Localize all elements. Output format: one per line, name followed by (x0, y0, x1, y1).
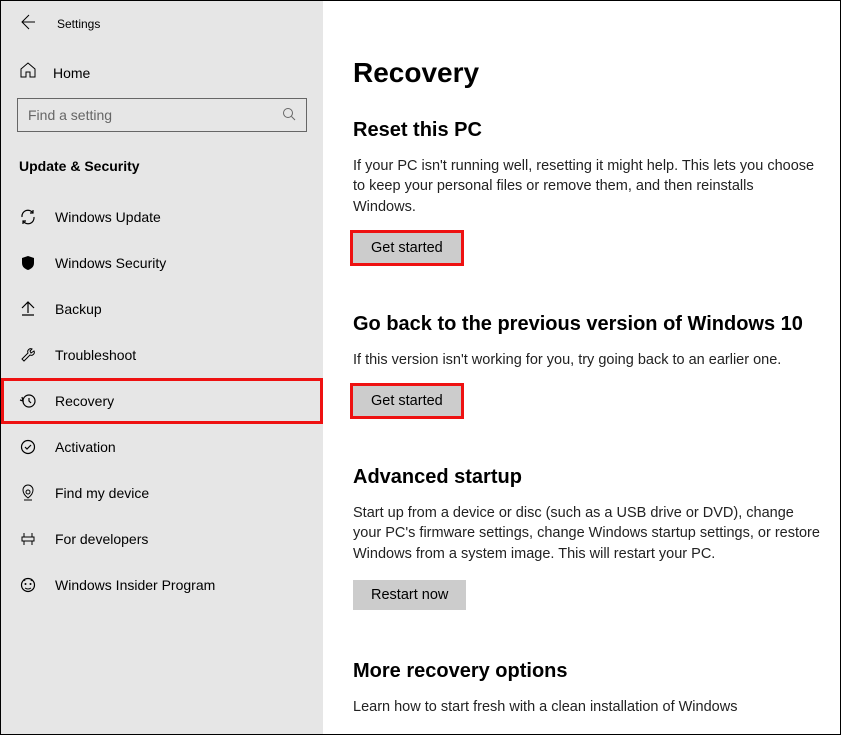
nav-item-windows-security[interactable]: Windows Security (1, 240, 323, 286)
nav-item-activation[interactable]: Activation (1, 424, 323, 470)
restart-now-button[interactable]: Restart now (353, 580, 466, 610)
section-reset-this-pc: Reset this PC If your PC isn't running w… (353, 119, 820, 263)
nav-item-troubleshoot[interactable]: Troubleshoot (1, 332, 323, 378)
history-icon (19, 392, 37, 410)
goback-heading: Go back to the previous version of Windo… (353, 313, 820, 336)
sync-icon (19, 208, 37, 226)
back-arrow-icon[interactable] (19, 14, 35, 35)
backup-icon (19, 300, 37, 318)
shield-icon (19, 254, 37, 272)
search-input[interactable] (28, 107, 282, 123)
nav-item-recovery[interactable]: Recovery (1, 378, 323, 424)
more-heading: More recovery options (353, 660, 820, 683)
goback-get-started-button[interactable]: Get started (353, 386, 461, 416)
advanced-heading: Advanced startup (353, 466, 820, 489)
search-icon (282, 107, 296, 124)
insider-icon (19, 576, 37, 594)
nav-item-backup[interactable]: Backup (1, 286, 323, 332)
advanced-body: Start up from a device or disc (such as … (353, 503, 820, 564)
section-more-recovery-options: More recovery options Learn how to start… (353, 660, 820, 717)
section-go-back: Go back to the previous version of Windo… (353, 313, 820, 416)
reset-get-started-button[interactable]: Get started (353, 233, 461, 263)
section-advanced-startup: Advanced startup Start up from a device … (353, 466, 820, 610)
nav-label: Activation (55, 439, 116, 455)
reset-body: If your PC isn't running well, resetting… (353, 156, 820, 217)
more-link[interactable]: Learn how to start fresh with a clean in… (353, 697, 820, 717)
nav-label: Backup (55, 301, 102, 317)
app-title: Settings (57, 17, 100, 31)
wrench-icon (19, 346, 37, 364)
home-nav[interactable]: Home (17, 51, 307, 98)
home-icon (19, 61, 37, 84)
search-box[interactable] (17, 98, 307, 132)
main-content: Recovery Reset this PC If your PC isn't … (323, 1, 840, 734)
nav-item-windows-update[interactable]: Windows Update (1, 194, 323, 240)
goback-body: If this version isn't working for you, t… (353, 350, 820, 370)
category-header: Update & Security (17, 158, 307, 174)
nav-item-for-developers[interactable]: For developers (1, 516, 323, 562)
home-label: Home (53, 65, 90, 81)
nav-list: Windows Update Windows Security Backup T… (1, 194, 323, 608)
reset-heading: Reset this PC (353, 119, 820, 142)
nav-label: Troubleshoot (55, 347, 136, 363)
nav-label: Windows Update (55, 209, 161, 225)
location-icon (19, 484, 37, 502)
nav-item-windows-insider[interactable]: Windows Insider Program (1, 562, 323, 608)
nav-label: For developers (55, 531, 148, 547)
nav-item-find-my-device[interactable]: Find my device (1, 470, 323, 516)
check-circle-icon (19, 438, 37, 456)
nav-label: Find my device (55, 485, 149, 501)
nav-label: Windows Insider Program (55, 577, 215, 593)
nav-label: Windows Security (55, 255, 166, 271)
page-title: Recovery (353, 57, 820, 89)
nav-label: Recovery (55, 393, 114, 409)
devtools-icon (19, 530, 37, 548)
